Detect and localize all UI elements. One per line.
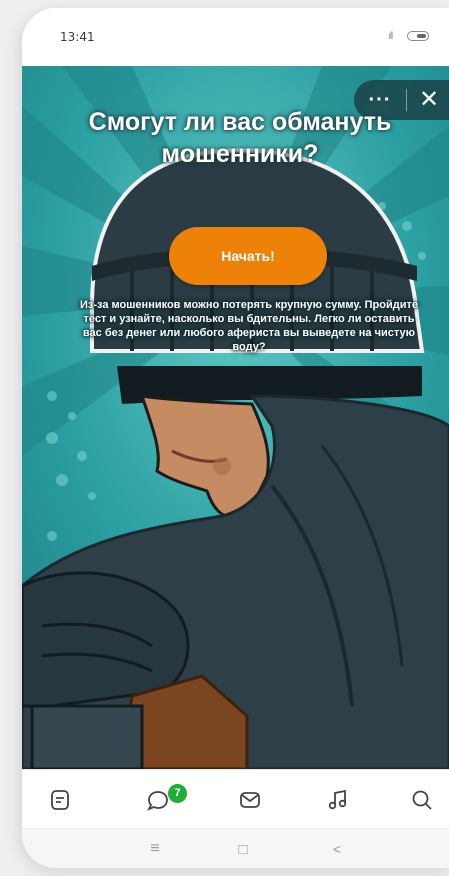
tab-search[interactable] <box>402 780 442 820</box>
back-nav-button[interactable]: < <box>322 837 352 861</box>
bottom-tab-bar: 7 <box>22 769 449 828</box>
home-nav-button[interactable]: □ <box>228 837 258 861</box>
start-button[interactable]: Начать! <box>169 227 327 285</box>
status-bar: 13:41 ıll <box>22 8 449 66</box>
phone-frame: 13:41 ıll ··· ✕ Смогут ли вас обмануть м… <box>22 8 449 868</box>
status-time: 13:41 <box>60 30 95 44</box>
tab-music[interactable] <box>318 780 358 820</box>
signal-icon: ıll <box>388 31 393 42</box>
battery-icon <box>407 31 429 41</box>
promo-description: Из-за мошенников можно потерять крупную … <box>80 299 418 353</box>
system-nav-bar: ≡ □ < <box>22 828 449 868</box>
feed-icon <box>51 790 69 810</box>
burglar-illustration <box>22 66 449 769</box>
menu-nav-button[interactable]: ≡ <box>140 837 170 861</box>
search-icon <box>412 790 432 810</box>
promo-banner: ··· ✕ Смогут ли вас обмануть мошенники? … <box>22 66 449 769</box>
tab-feed[interactable] <box>40 780 80 820</box>
promo-title: Смогут ли вас обмануть мошенники? <box>88 108 392 168</box>
tab-messages[interactable] <box>230 780 270 820</box>
chat-icon <box>147 791 168 811</box>
chat-badge: 7 <box>168 784 187 803</box>
music-icon <box>328 789 347 810</box>
mail-icon <box>240 792 260 808</box>
